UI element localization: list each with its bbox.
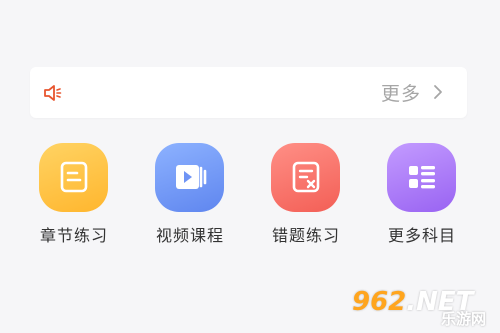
watermark-number: 962 [352,287,407,317]
tile-label: 视频课程 [155,226,224,245]
tile-video-course[interactable]: 视频课程 [135,143,245,253]
notice-bar[interactable]: 更多 [30,67,467,118]
chevron-right-icon [431,83,445,101]
document-icon [39,143,108,212]
grid-list-icon [387,143,456,212]
speaker-icon [42,82,64,104]
more-link[interactable]: 更多 [381,79,445,105]
video-play-icon [155,143,224,212]
feature-grid: 章节练习 视频课程 错题练习 更多科目 [0,143,500,253]
tile-label: 章节练习 [39,226,108,245]
tile-chapter-practice[interactable]: 章节练习 [19,143,129,253]
tile-label: 更多科目 [387,226,456,245]
wrong-question-icon [271,143,340,212]
watermark-logo: 962.NET 乐游网 [352,287,488,329]
tile-more-subjects[interactable]: 更多科目 [367,143,477,253]
tile-label: 错题练习 [271,226,340,245]
page: 更多 章节练习 视频课程 错题练习 更多科目 962.NET 乐游网 [0,0,500,333]
watermark-sub: 乐游网 [440,310,486,328]
tile-wrong-questions[interactable]: 错题练习 [251,143,361,253]
more-label: 更多 [380,82,421,105]
